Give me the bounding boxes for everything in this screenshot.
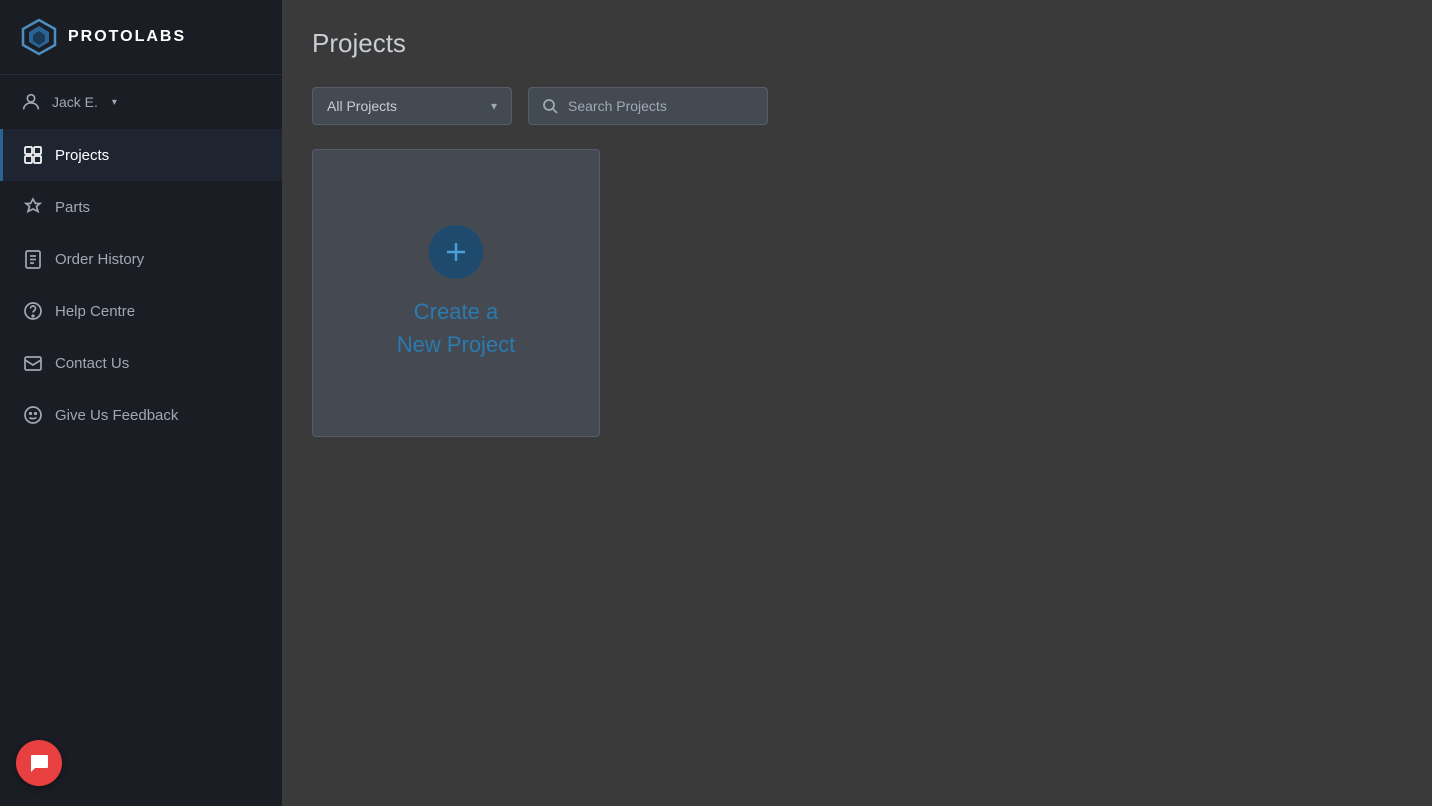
feedback-icon [23, 405, 43, 425]
protolabs-logo-icon [20, 18, 58, 56]
logo-text: PROTOLABS [68, 28, 186, 46]
filter-label: All Projects [327, 98, 397, 114]
contact-icon [23, 353, 43, 373]
help-icon [23, 301, 43, 321]
plus-icon [442, 238, 470, 266]
sidebar-nav: Projects Parts Order History [0, 129, 282, 806]
order-history-icon [23, 249, 43, 269]
dropdown-chevron-icon: ▾ [491, 99, 497, 113]
filter-dropdown[interactable]: All Projects ▾ [312, 87, 512, 125]
user-icon [20, 91, 42, 113]
create-new-project-card[interactable]: Create a New Project [312, 149, 600, 437]
sidebar-item-give-us-feedback[interactable]: Give Us Feedback [0, 389, 282, 441]
sidebar-label-order-history: Order History [55, 251, 144, 268]
create-project-line2: New Project [397, 328, 516, 361]
projects-grid: Create a New Project [312, 149, 1402, 437]
parts-icon [23, 197, 43, 217]
search-icon [543, 99, 558, 114]
main-content: Projects All Projects ▾ [282, 0, 1432, 806]
search-input[interactable] [568, 98, 728, 114]
search-box [528, 87, 768, 125]
create-project-line1: Create a [397, 295, 516, 328]
chat-icon [28, 752, 50, 774]
user-chevron-icon: ▾ [112, 97, 117, 108]
toolbar: All Projects ▾ [312, 87, 1402, 125]
sidebar-label-give-us-feedback: Give Us Feedback [55, 407, 178, 424]
sidebar-label-parts: Parts [55, 199, 90, 216]
projects-icon [23, 145, 43, 165]
sidebar-item-order-history[interactable]: Order History [0, 233, 282, 285]
sidebar: PROTOLABS Jack E. ▾ Projects [0, 0, 282, 806]
chat-button[interactable] [16, 740, 62, 786]
sidebar-item-projects[interactable]: Projects [0, 129, 282, 181]
sidebar-item-contact-us[interactable]: Contact Us [0, 337, 282, 389]
user-name: Jack E. [52, 94, 98, 110]
sidebar-item-help-centre[interactable]: Help Centre [0, 285, 282, 337]
create-project-label: Create a New Project [397, 295, 516, 361]
sidebar-label-contact-us: Contact Us [55, 355, 129, 372]
sidebar-label-projects: Projects [55, 147, 109, 164]
page-title: Projects [312, 28, 1402, 59]
sidebar-label-help-centre: Help Centre [55, 303, 135, 320]
create-project-icon [429, 225, 483, 279]
user-menu[interactable]: Jack E. ▾ [0, 75, 282, 129]
logo: PROTOLABS [0, 0, 282, 75]
sidebar-item-parts[interactable]: Parts [0, 181, 282, 233]
